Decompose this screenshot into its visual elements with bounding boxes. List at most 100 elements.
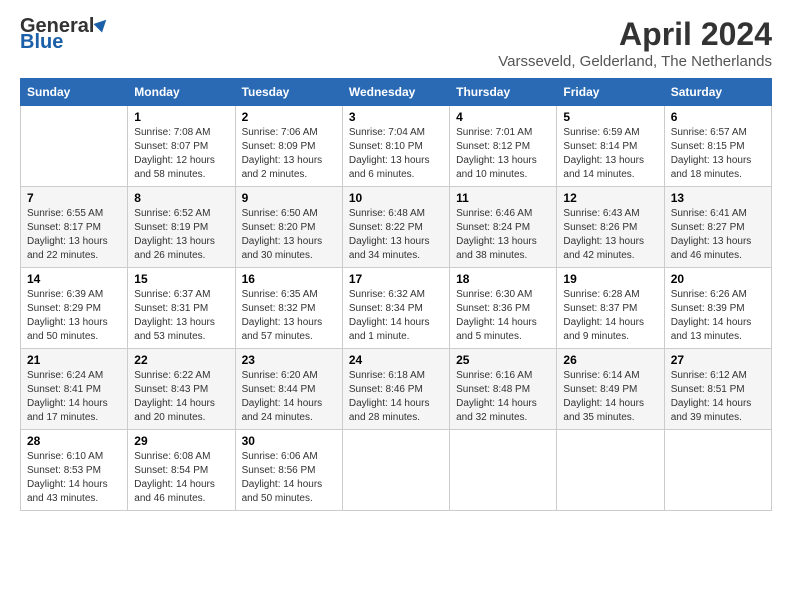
day-number: 17 bbox=[349, 272, 443, 286]
day-info-line: Daylight: 13 hours bbox=[134, 236, 215, 247]
day-info-line: Sunrise: 6:20 AM bbox=[242, 370, 318, 381]
day-info-line: Daylight: 13 hours bbox=[456, 236, 537, 247]
day-info: Sunrise: 6:46 AMSunset: 8:24 PMDaylight:… bbox=[456, 207, 550, 263]
day-info-line: Sunrise: 6:52 AM bbox=[134, 208, 210, 219]
calendar-cell: 4Sunrise: 7:01 AMSunset: 8:12 PMDaylight… bbox=[450, 106, 557, 187]
day-info: Sunrise: 6:50 AMSunset: 8:20 PMDaylight:… bbox=[242, 207, 336, 263]
day-info-line: Sunrise: 6:32 AM bbox=[349, 289, 425, 300]
day-info-line: Sunrise: 6:14 AM bbox=[563, 370, 639, 381]
header-saturday: Saturday bbox=[664, 79, 771, 106]
day-info-line: Sunrise: 6:37 AM bbox=[134, 289, 210, 300]
day-info-line: Sunset: 8:20 PM bbox=[242, 222, 316, 233]
header-thursday: Thursday bbox=[450, 79, 557, 106]
day-info-line: Daylight: 13 hours bbox=[349, 155, 430, 166]
day-info-line: Sunset: 8:32 PM bbox=[242, 303, 316, 314]
calendar-cell: 22Sunrise: 6:22 AMSunset: 8:43 PMDayligh… bbox=[128, 349, 235, 430]
logo: General Blue bbox=[20, 16, 108, 52]
calendar-header-row: SundayMondayTuesdayWednesdayThursdayFrid… bbox=[21, 79, 772, 106]
calendar-cell: 26Sunrise: 6:14 AMSunset: 8:49 PMDayligh… bbox=[557, 349, 664, 430]
day-info-line: Sunset: 8:43 PM bbox=[134, 384, 208, 395]
day-info-line: Sunrise: 6:16 AM bbox=[456, 370, 532, 381]
day-number: 20 bbox=[671, 272, 765, 286]
day-info: Sunrise: 6:24 AMSunset: 8:41 PMDaylight:… bbox=[27, 369, 121, 425]
day-info-line: and 43 minutes. bbox=[27, 493, 98, 504]
day-info-line: Daylight: 13 hours bbox=[27, 317, 108, 328]
day-info-line: Sunset: 8:26 PM bbox=[563, 222, 637, 233]
day-info-line: Daylight: 13 hours bbox=[456, 155, 537, 166]
title-area: April 2024 Varsseveld, Gelderland, The N… bbox=[498, 16, 772, 70]
day-info-line: Daylight: 14 hours bbox=[134, 398, 215, 409]
day-info-line: Sunset: 8:53 PM bbox=[27, 465, 101, 476]
day-info: Sunrise: 7:04 AMSunset: 8:10 PMDaylight:… bbox=[349, 126, 443, 182]
day-info-line: Sunset: 8:34 PM bbox=[349, 303, 423, 314]
day-number: 9 bbox=[242, 191, 336, 205]
day-info: Sunrise: 6:06 AMSunset: 8:56 PMDaylight:… bbox=[242, 450, 336, 506]
day-info-line: Sunrise: 6:10 AM bbox=[27, 451, 103, 462]
day-info-line: Sunrise: 6:12 AM bbox=[671, 370, 747, 381]
day-info-line: Sunrise: 6:59 AM bbox=[563, 127, 639, 138]
day-number: 27 bbox=[671, 353, 765, 367]
header-monday: Monday bbox=[128, 79, 235, 106]
calendar-cell: 18Sunrise: 6:30 AMSunset: 8:36 PMDayligh… bbox=[450, 268, 557, 349]
day-info-line: Daylight: 14 hours bbox=[349, 398, 430, 409]
day-info-line: and 35 minutes. bbox=[563, 412, 634, 423]
day-info-line: and 20 minutes. bbox=[134, 412, 205, 423]
calendar-cell: 2Sunrise: 7:06 AMSunset: 8:09 PMDaylight… bbox=[235, 106, 342, 187]
calendar-cell: 25Sunrise: 6:16 AMSunset: 8:48 PMDayligh… bbox=[450, 349, 557, 430]
calendar-cell: 27Sunrise: 6:12 AMSunset: 8:51 PMDayligh… bbox=[664, 349, 771, 430]
day-number: 29 bbox=[134, 434, 228, 448]
day-info-line: and 24 minutes. bbox=[242, 412, 313, 423]
day-info-line: Daylight: 14 hours bbox=[563, 317, 644, 328]
day-info-line: Daylight: 13 hours bbox=[242, 155, 323, 166]
calendar-cell: 11 Sunrise: 6:46 AMSunset: 8:24 PMDayligh… bbox=[450, 187, 557, 268]
calendar-week-1: 1Sunrise: 7:08 AMSunset: 8:07 PMDaylight… bbox=[21, 106, 772, 187]
header-sunday: Sunday bbox=[21, 79, 128, 106]
day-number: 25 bbox=[456, 353, 550, 367]
calendar-cell: 15Sunrise: 6:37 AMSunset: 8:31 PMDayligh… bbox=[128, 268, 235, 349]
day-info: Sunrise: 7:08 AMSunset: 8:07 PMDaylight:… bbox=[134, 126, 228, 182]
day-number: 19 bbox=[563, 272, 657, 286]
day-info-line: Sunrise: 6:50 AM bbox=[242, 208, 318, 219]
day-info-line: Sunset: 8:09 PM bbox=[242, 141, 316, 152]
header: General Blue April 2024 Varsseveld, Geld… bbox=[20, 16, 772, 70]
day-info-line: Sunrise: 7:06 AM bbox=[242, 127, 318, 138]
day-info-line: Sunset: 8:22 PM bbox=[349, 222, 423, 233]
header-tuesday: Tuesday bbox=[235, 79, 342, 106]
day-info-line: Sunset: 8:49 PM bbox=[563, 384, 637, 395]
day-info-line: Sunset: 8:12 PM bbox=[456, 141, 530, 152]
day-info-line: Sunset: 8:46 PM bbox=[349, 384, 423, 395]
day-info-line: and 42 minutes. bbox=[563, 250, 634, 261]
day-info-line: and 28 minutes. bbox=[349, 412, 420, 423]
day-info-line: Sunset: 8:37 PM bbox=[563, 303, 637, 314]
day-info-line: Daylight: 13 hours bbox=[671, 155, 752, 166]
day-info-line: Sunset: 8:51 PM bbox=[671, 384, 745, 395]
day-info-line: and 6 minutes. bbox=[349, 169, 415, 180]
day-info: Sunrise: 6:30 AMSunset: 8:36 PMDaylight:… bbox=[456, 288, 550, 344]
day-info-line: Sunrise: 6:24 AM bbox=[27, 370, 103, 381]
day-info-line: Sunrise: 6:22 AM bbox=[134, 370, 210, 381]
day-info-line: Daylight: 14 hours bbox=[563, 398, 644, 409]
day-info-line: Sunrise: 6:39 AM bbox=[27, 289, 103, 300]
day-info-line: Sunrise: 6:46 AM bbox=[456, 208, 532, 219]
day-number: 15 bbox=[134, 272, 228, 286]
day-number: 21 bbox=[27, 353, 121, 367]
day-info-line: and 26 minutes. bbox=[134, 250, 205, 261]
page-title: April 2024 bbox=[498, 16, 772, 53]
calendar-cell bbox=[557, 430, 664, 511]
day-info-line: Daylight: 13 hours bbox=[134, 317, 215, 328]
calendar-cell: 17Sunrise: 6:32 AMSunset: 8:34 PMDayligh… bbox=[342, 268, 449, 349]
day-info-line: and 2 minutes. bbox=[242, 169, 308, 180]
day-info-line: Sunrise: 6:18 AM bbox=[349, 370, 425, 381]
day-info-line: Sunrise: 6:26 AM bbox=[671, 289, 747, 300]
location-subtitle: Varsseveld, Gelderland, The Netherlands bbox=[498, 53, 772, 70]
calendar-cell: 3Sunrise: 7:04 AMSunset: 8:10 PMDaylight… bbox=[342, 106, 449, 187]
day-info-line: Sunset: 8:29 PM bbox=[27, 303, 101, 314]
day-info-line: and 22 minutes. bbox=[27, 250, 98, 261]
day-info-line: Daylight: 14 hours bbox=[242, 479, 323, 490]
day-number: 11 bbox=[456, 191, 550, 205]
day-info: Sunrise: 6:35 AMSunset: 8:32 PMDaylight:… bbox=[242, 288, 336, 344]
day-info: Sunrise: 6:32 AMSunset: 8:34 PMDaylight:… bbox=[349, 288, 443, 344]
day-info: Sunrise: 6:52 AMSunset: 8:19 PMDaylight:… bbox=[134, 207, 228, 263]
day-number: 14 bbox=[27, 272, 121, 286]
day-info-line: Sunrise: 7:01 AM bbox=[456, 127, 532, 138]
